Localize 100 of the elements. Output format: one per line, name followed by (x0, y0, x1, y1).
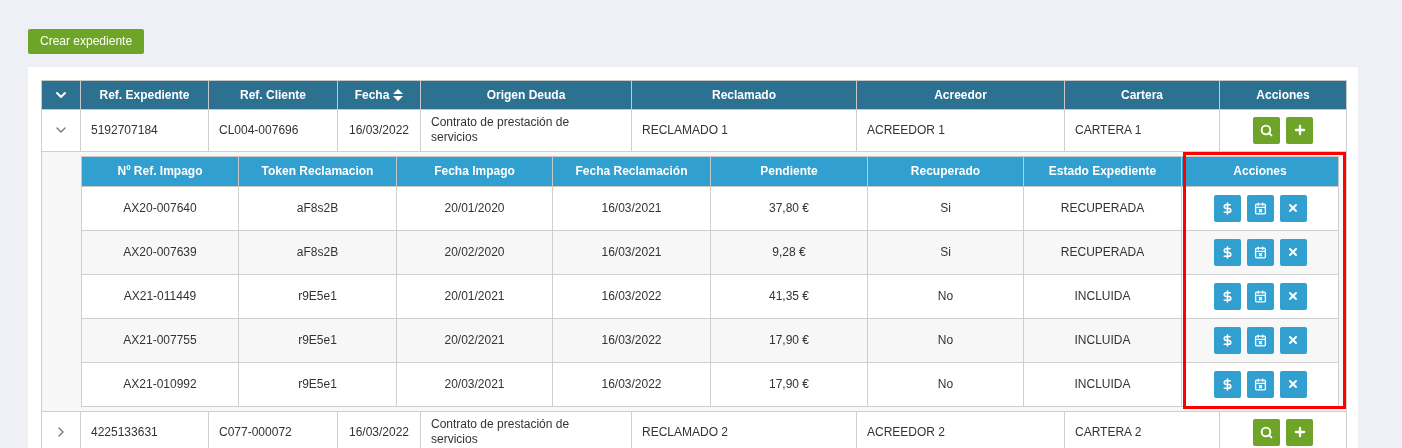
table-cell: RECLAMADO 1 (642, 122, 729, 138)
column-header: Acciones (1181, 156, 1339, 186)
calendar-icon (1253, 377, 1267, 391)
table-cell: 17,90 € (710, 318, 868, 362)
create-button[interactable]: Crear expediente (28, 28, 145, 54)
table-cell: r9E5e1 (238, 318, 397, 362)
table-cell: 4225133631 (91, 424, 158, 440)
plus-icon (1292, 123, 1307, 137)
table-cell: 41,35 € (710, 274, 868, 318)
search-button[interactable] (1253, 116, 1280, 144)
calendar-button[interactable] (1246, 282, 1274, 310)
calendar-icon (1253, 289, 1267, 303)
table-cell: 37,80 € (710, 186, 868, 230)
calendar-icon (1253, 245, 1267, 259)
table-cell: 16/03/2022 (552, 318, 711, 362)
search-icon (1260, 123, 1273, 137)
table-cell: RECUPERADA (1023, 230, 1182, 274)
table-cell: C077-000072 (219, 424, 292, 440)
table-cell: 5192707184 (91, 122, 158, 138)
column-header: Ref. Cliente (240, 86, 306, 104)
payment-button[interactable] (1213, 238, 1241, 266)
column-header: Estado Expediente (1023, 156, 1182, 186)
remove-button[interactable] (1279, 326, 1307, 354)
column-header: Pendiente (710, 156, 868, 186)
calendar-button[interactable] (1246, 194, 1274, 222)
column-header: Fecha Reclamación (552, 156, 711, 186)
payment-button[interactable] (1213, 370, 1241, 398)
dollar-icon (1220, 245, 1234, 259)
close-icon (1287, 202, 1299, 214)
table-cell: AX20-007639 (81, 230, 239, 274)
table-cell: 9,28 € (710, 230, 868, 274)
column-header: Fecha Impago (396, 156, 553, 186)
table-cell: CARTERA 1 (1075, 122, 1142, 138)
table-cell: aF8s2B (238, 230, 397, 274)
column-header: Cartera (1121, 86, 1163, 104)
calendar-icon (1253, 333, 1267, 347)
column-header: Origen Deuda (486, 86, 566, 104)
table-cell: INCLUIDA (1023, 274, 1182, 318)
table-cell: No (867, 318, 1024, 362)
sort-icon[interactable] (393, 88, 404, 101)
search-icon (1260, 425, 1273, 439)
dollar-icon (1220, 377, 1234, 391)
table-cell: No (867, 362, 1024, 406)
column-header: Nº Ref. Impago (81, 156, 239, 186)
table-cell: 16/03/2021 (552, 230, 711, 274)
dollar-icon (1220, 333, 1234, 347)
table-cell: 20/01/2021 (396, 274, 553, 318)
column-header: Ref. Expediente (99, 86, 190, 104)
table-cell: 16/03/2022 (552, 362, 711, 406)
dollar-icon (1220, 201, 1234, 215)
table-cell: RECLAMADO 2 (642, 424, 729, 440)
table-cell: AX21-010992 (81, 362, 239, 406)
table-cell: AX21-007755 (81, 318, 239, 362)
calendar-button[interactable] (1246, 370, 1274, 398)
table-cell: aF8s2B (238, 186, 397, 230)
calendar-button[interactable] (1246, 326, 1274, 354)
table-cell: 16/03/2022 (348, 122, 410, 138)
close-icon (1287, 246, 1299, 258)
table-cell: INCLUIDA (1023, 318, 1182, 362)
table-cell: ACREEDOR 1 (867, 122, 946, 138)
table-cell: INCLUIDA (1023, 362, 1182, 406)
payment-button[interactable] (1213, 194, 1241, 222)
table-cell: 20/03/2021 (396, 362, 553, 406)
table-cell: AX20-007640 (81, 186, 239, 230)
dollar-icon (1220, 289, 1234, 303)
remove-button[interactable] (1279, 282, 1307, 310)
payment-button[interactable] (1213, 282, 1241, 310)
column-header: Recuperado (867, 156, 1024, 186)
table-cell: CARTERA 2 (1075, 424, 1142, 440)
table-cell: 16/03/2021 (552, 186, 711, 230)
table-cell: CL004-007696 (219, 122, 299, 138)
close-icon (1287, 378, 1299, 390)
table-cell: Si (867, 230, 1024, 274)
table-cell-text: Contrato de prestación de servicios (431, 115, 571, 145)
table-cell: r9E5e1 (238, 274, 397, 318)
add-button[interactable] (1286, 418, 1313, 446)
calendar-button[interactable] (1246, 238, 1274, 266)
close-icon (1287, 334, 1299, 346)
search-button[interactable] (1253, 418, 1280, 446)
remove-button[interactable] (1279, 194, 1307, 222)
column-header: Token Reclamacion (238, 156, 397, 186)
add-button[interactable] (1286, 116, 1313, 144)
payment-button[interactable] (1213, 326, 1241, 354)
column-header: Acreedor (934, 86, 987, 104)
plus-icon (1292, 425, 1307, 439)
column-header: Acciones (1256, 86, 1310, 104)
table-cell: No (867, 274, 1024, 318)
table-cell: 16/03/2022 (552, 274, 711, 318)
table-cell: 20/02/2020 (396, 230, 553, 274)
table-cell: ACREEDOR 2 (867, 424, 946, 440)
table-cell: 20/01/2020 (396, 186, 553, 230)
table-cell: 20/02/2021 (396, 318, 553, 362)
table-cell: Si (867, 186, 1024, 230)
table-cell: RECUPERADA (1023, 186, 1182, 230)
table-cell: AX21-011449 (81, 274, 239, 318)
close-icon (1287, 290, 1299, 302)
remove-button[interactable] (1279, 238, 1307, 266)
table-cell: 16/03/2022 (348, 424, 410, 440)
table-cell: r9E5e1 (238, 362, 397, 406)
remove-button[interactable] (1279, 370, 1307, 398)
